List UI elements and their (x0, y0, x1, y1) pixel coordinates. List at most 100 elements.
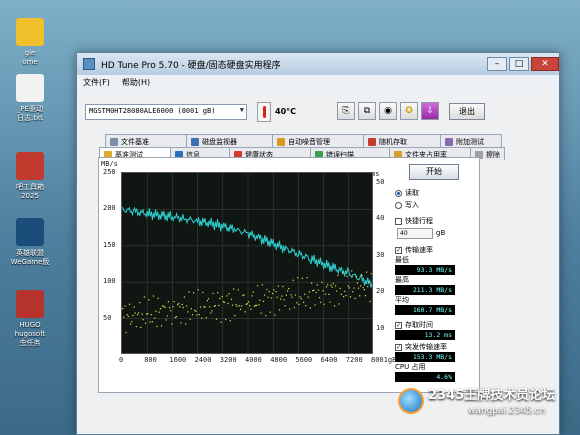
access-time-point (147, 313, 149, 315)
transfer-rate-checkbox[interactable]: ✓ 传输速率 (395, 245, 469, 255)
desktop-icon[interactable]: 英雄联盟 WeGame版 (0, 218, 60, 267)
menu-help[interactable]: 帮助(H) (122, 77, 150, 88)
access-time-point (262, 300, 265, 302)
tab-row-1: 文件基准 磁盘监视器 自动噪音管理 随机存取 附加测试 (105, 134, 502, 147)
access-time-point (245, 303, 247, 305)
access-time-point (368, 281, 370, 283)
access-time-point (306, 277, 308, 279)
access-time-point (370, 273, 372, 275)
write-option[interactable]: 写入 (395, 200, 469, 210)
title-bar[interactable]: HD Tune Pro 5.70 - 硬盘/固态硬盘实用程序 – □ ✕ (77, 53, 559, 75)
access-time-point (180, 322, 182, 324)
site-watermark: 2345王牌技术员论坛 wangpai.2345.cn (394, 380, 580, 435)
short-stroke-spinner[interactable]: 40 (397, 228, 433, 239)
benchmark-chart (121, 172, 373, 354)
drive-select[interactable]: MGSTM0HT28080ALE6000 (8001 gB) ▼ (85, 104, 247, 120)
read-option[interactable]: 读取 (395, 188, 469, 198)
desktop-icon[interactable]: gle ome (0, 18, 60, 67)
desktop-icon[interactable]: 吧工具箱 2025 (0, 152, 60, 201)
access-time-point (217, 292, 219, 294)
access-time-point (357, 287, 360, 289)
start-button[interactable]: 开始 (409, 164, 459, 180)
access-time-point (140, 326, 142, 328)
access-time-point (328, 293, 330, 295)
access-time-point (193, 292, 195, 294)
access-time-point (123, 316, 125, 318)
y-tick-right: 10 (376, 323, 385, 332)
copy-text-icon[interactable]: ⧉ (358, 102, 376, 120)
options-icon[interactable]: ✪ (400, 102, 418, 120)
access-time-point (214, 305, 216, 307)
window-title: HD Tune Pro 5.70 - 硬盘/固态硬盘实用程序 (101, 60, 281, 71)
access-time-point (337, 274, 339, 277)
desktop-icon-label: 吧工具箱 2025 (16, 183, 44, 200)
tab-random-access[interactable]: 随机存取 (363, 134, 441, 147)
desktop-icon[interactable]: _PE驱动 日志.txt (0, 74, 60, 123)
access-time-point (322, 290, 324, 292)
access-time-point (293, 306, 295, 309)
access-time-point (278, 309, 281, 311)
access-time-point (126, 314, 128, 316)
tab-disk-monitor[interactable]: 磁盘监视器 (186, 134, 273, 147)
access-time-point (196, 314, 198, 316)
access-time-point (228, 293, 230, 295)
tab-file-benchmark[interactable]: 文件基准 (105, 134, 187, 147)
access-time-point (296, 302, 298, 304)
access-time-point (308, 291, 310, 293)
access-time-point (127, 315, 129, 317)
access-time-point (323, 303, 325, 305)
access-time-point (167, 301, 169, 303)
access-time-point (237, 289, 239, 291)
desktop-shortcut-icon (16, 290, 44, 318)
exit-button[interactable]: 退出 (449, 103, 485, 120)
access-time-point (364, 295, 366, 297)
short-stroke-checkbox[interactable]: 快捷行程 (395, 216, 469, 226)
access-time-point (280, 298, 282, 300)
access-time-point (283, 299, 285, 301)
menu-file[interactable]: 文件(F) (83, 77, 110, 88)
access-time-point (367, 286, 369, 288)
access-time-point (122, 308, 124, 310)
close-button[interactable]: ✕ (531, 57, 559, 71)
access-time-point (353, 287, 355, 289)
min-label: 最低 (395, 256, 409, 264)
thermometer-icon (257, 102, 271, 122)
access-time-point (312, 290, 314, 292)
max-label: 最高 (395, 276, 409, 284)
access-time-point (317, 289, 319, 291)
access-time-point (264, 294, 266, 296)
copy-info-icon[interactable]: ⎘ (337, 102, 355, 120)
access-time-point (210, 312, 212, 314)
save-icon[interactable]: ⇩ (421, 102, 439, 120)
access-time-point (227, 302, 229, 305)
tab-extra-tests[interactable]: 附加测试 (440, 134, 502, 147)
access-time-checkbox[interactable]: ✓ 存取时间 (395, 320, 469, 330)
access-time-point (297, 277, 299, 279)
access-time-point (198, 314, 200, 316)
screenshot-icon[interactable]: ◉ (379, 102, 397, 120)
access-time-point (195, 310, 197, 312)
x-tick: 6400 (320, 356, 338, 364)
cpu-label: CPU 占用 (395, 363, 426, 371)
access-time-point (243, 294, 245, 296)
access-time-point (324, 293, 326, 295)
max-value: 211.3 MB/s (395, 285, 455, 295)
tab-aam[interactable]: 自动噪音管理 (272, 134, 364, 147)
maximize-button[interactable]: □ (509, 57, 529, 71)
access-time-point (356, 282, 358, 284)
access-time-point (238, 305, 240, 307)
benchmark-panel: MB/s ms 开始 读取 写入 快捷行程 40 gB ✓ 传输速率 最低 93.… (98, 157, 480, 393)
burst-rate-checkbox[interactable]: ✓ 突发传输速率 (395, 342, 469, 352)
access-time-point (344, 290, 346, 292)
access-time-point (233, 288, 235, 290)
access-time-point (149, 321, 151, 323)
minimize-button[interactable]: – (487, 57, 507, 71)
access-time-point (270, 297, 273, 299)
desktop-icon[interactable]: HUGO hugosoft 虫任务 (0, 290, 60, 348)
control-column: 开始 读取 写入 快捷行程 40 gB ✓ 传输速率 最低 93.3 MB/s 最… (395, 164, 469, 382)
y-tick-right: 20 (376, 287, 385, 296)
access-time-point (182, 306, 184, 309)
access-time-point (146, 313, 148, 315)
access-time-point (130, 323, 132, 325)
x-tick: 3200 (219, 356, 237, 364)
